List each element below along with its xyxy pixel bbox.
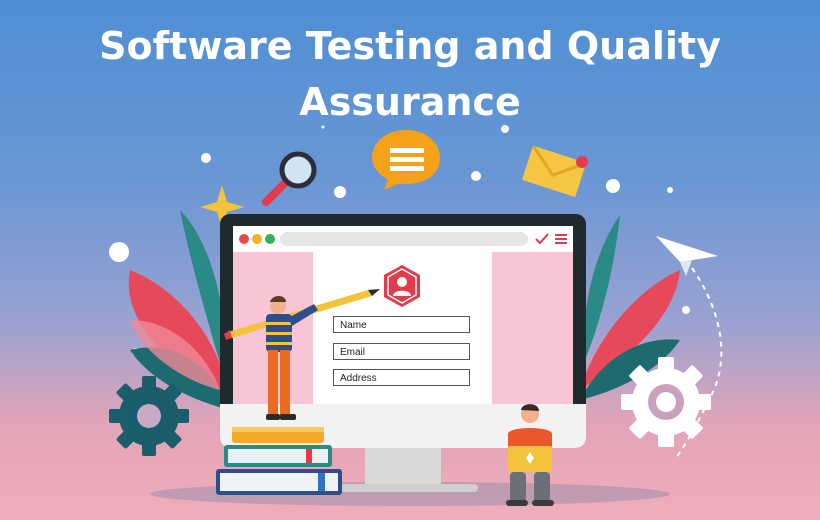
decor-dot [334,186,346,198]
checkmark-icon [535,233,549,245]
decor-dot [471,171,481,181]
monitor-stand [365,448,441,488]
decor-dot [321,125,325,129]
window-maximize-dot [265,234,275,244]
magnifier-icon [262,151,317,206]
screen-side-panel-right [492,252,573,404]
menu-icon [555,234,567,244]
window-minimize-dot [252,234,262,244]
gear-icon [109,376,189,456]
person-with-laptop-illustration [506,404,554,506]
decor-dot [501,125,509,133]
monitor-base [330,484,478,492]
decor-dot [201,153,211,163]
user-badge-icon [384,265,420,307]
decor-dot [667,187,673,193]
window-close-dot [239,234,249,244]
books-stack-illustration [216,427,342,495]
address-bar [280,232,528,246]
envelope-icon [521,146,588,198]
paper-plane-icon [656,236,723,459]
decor-dot [606,179,620,193]
person-with-pencil-illustration [224,289,380,420]
chat-bubble-icon [372,130,440,190]
